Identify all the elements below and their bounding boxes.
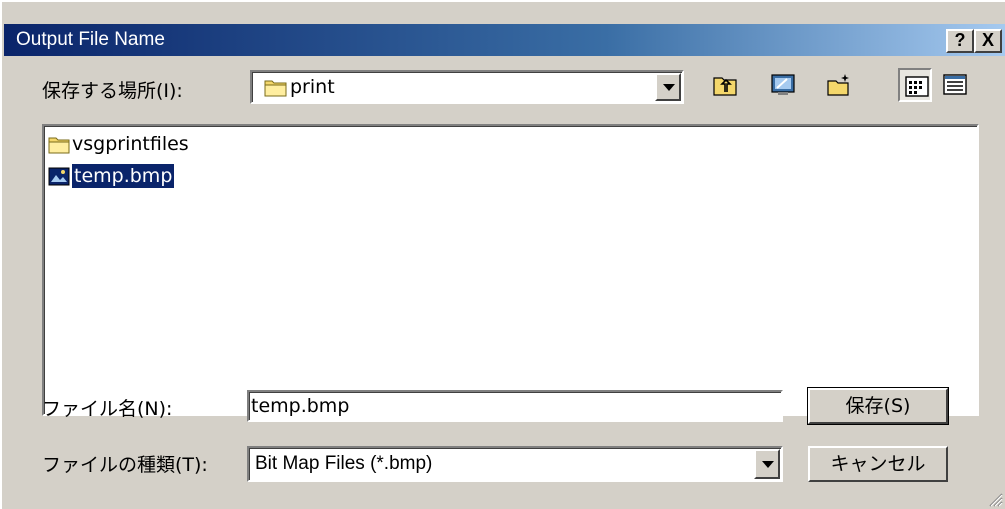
location-value: print [290,76,335,98]
desktop-button[interactable] [766,68,800,102]
save-button[interactable]: 保存(S) [807,387,949,425]
file-name: vsgprintfiles [72,133,189,155]
title-bar[interactable]: Output File Name [4,24,1005,56]
save-dialog: Output File Name ? X 保存する場所(I): print vs… [0,0,1005,509]
desktop-icon [771,74,795,95]
list-view-icon [905,76,929,97]
list-item[interactable]: temp.bmp [48,163,248,189]
file-list[interactable]: vsgprintfiles temp.bmp [42,124,979,416]
location-label: 保存する場所(I): [42,80,183,102]
up-folder-icon [713,77,737,96]
file-name: temp.bmp [70,163,176,189]
folder-icon [264,80,287,97]
folder-icon [48,137,70,154]
details-view-icon [943,74,967,95]
filetype-value: Bit Map Files (*.bmp) [255,453,433,474]
help-button[interactable]: ? [946,29,974,53]
location-dropdown-button[interactable] [655,73,681,101]
filename-input[interactable]: temp.bmp [247,390,783,422]
list-item[interactable]: vsgprintfiles [48,132,248,156]
filetype-dropdown-button[interactable] [754,449,780,479]
list-view-button[interactable] [898,68,932,102]
up-folder-button[interactable] [708,68,742,102]
cancel-button[interactable]: キャンセル [808,446,948,482]
chevron-down-icon [663,84,675,91]
chevron-down-icon [762,461,774,468]
window-title: Output File Name [16,29,165,50]
filetype-label: ファイルの種類(T): [42,454,208,476]
filename-label: ファイル名(N): [42,398,173,420]
filetype-select[interactable]: Bit Map Files (*.bmp) [247,446,783,482]
details-view-button[interactable] [938,68,972,102]
location-combo[interactable]: print [250,70,684,104]
close-button[interactable]: X [974,29,1002,53]
new-folder-button[interactable] [822,68,856,102]
bitmap-file-icon [48,167,70,186]
resize-grip-icon[interactable] [985,489,1003,507]
new-folder-icon [827,74,849,96]
